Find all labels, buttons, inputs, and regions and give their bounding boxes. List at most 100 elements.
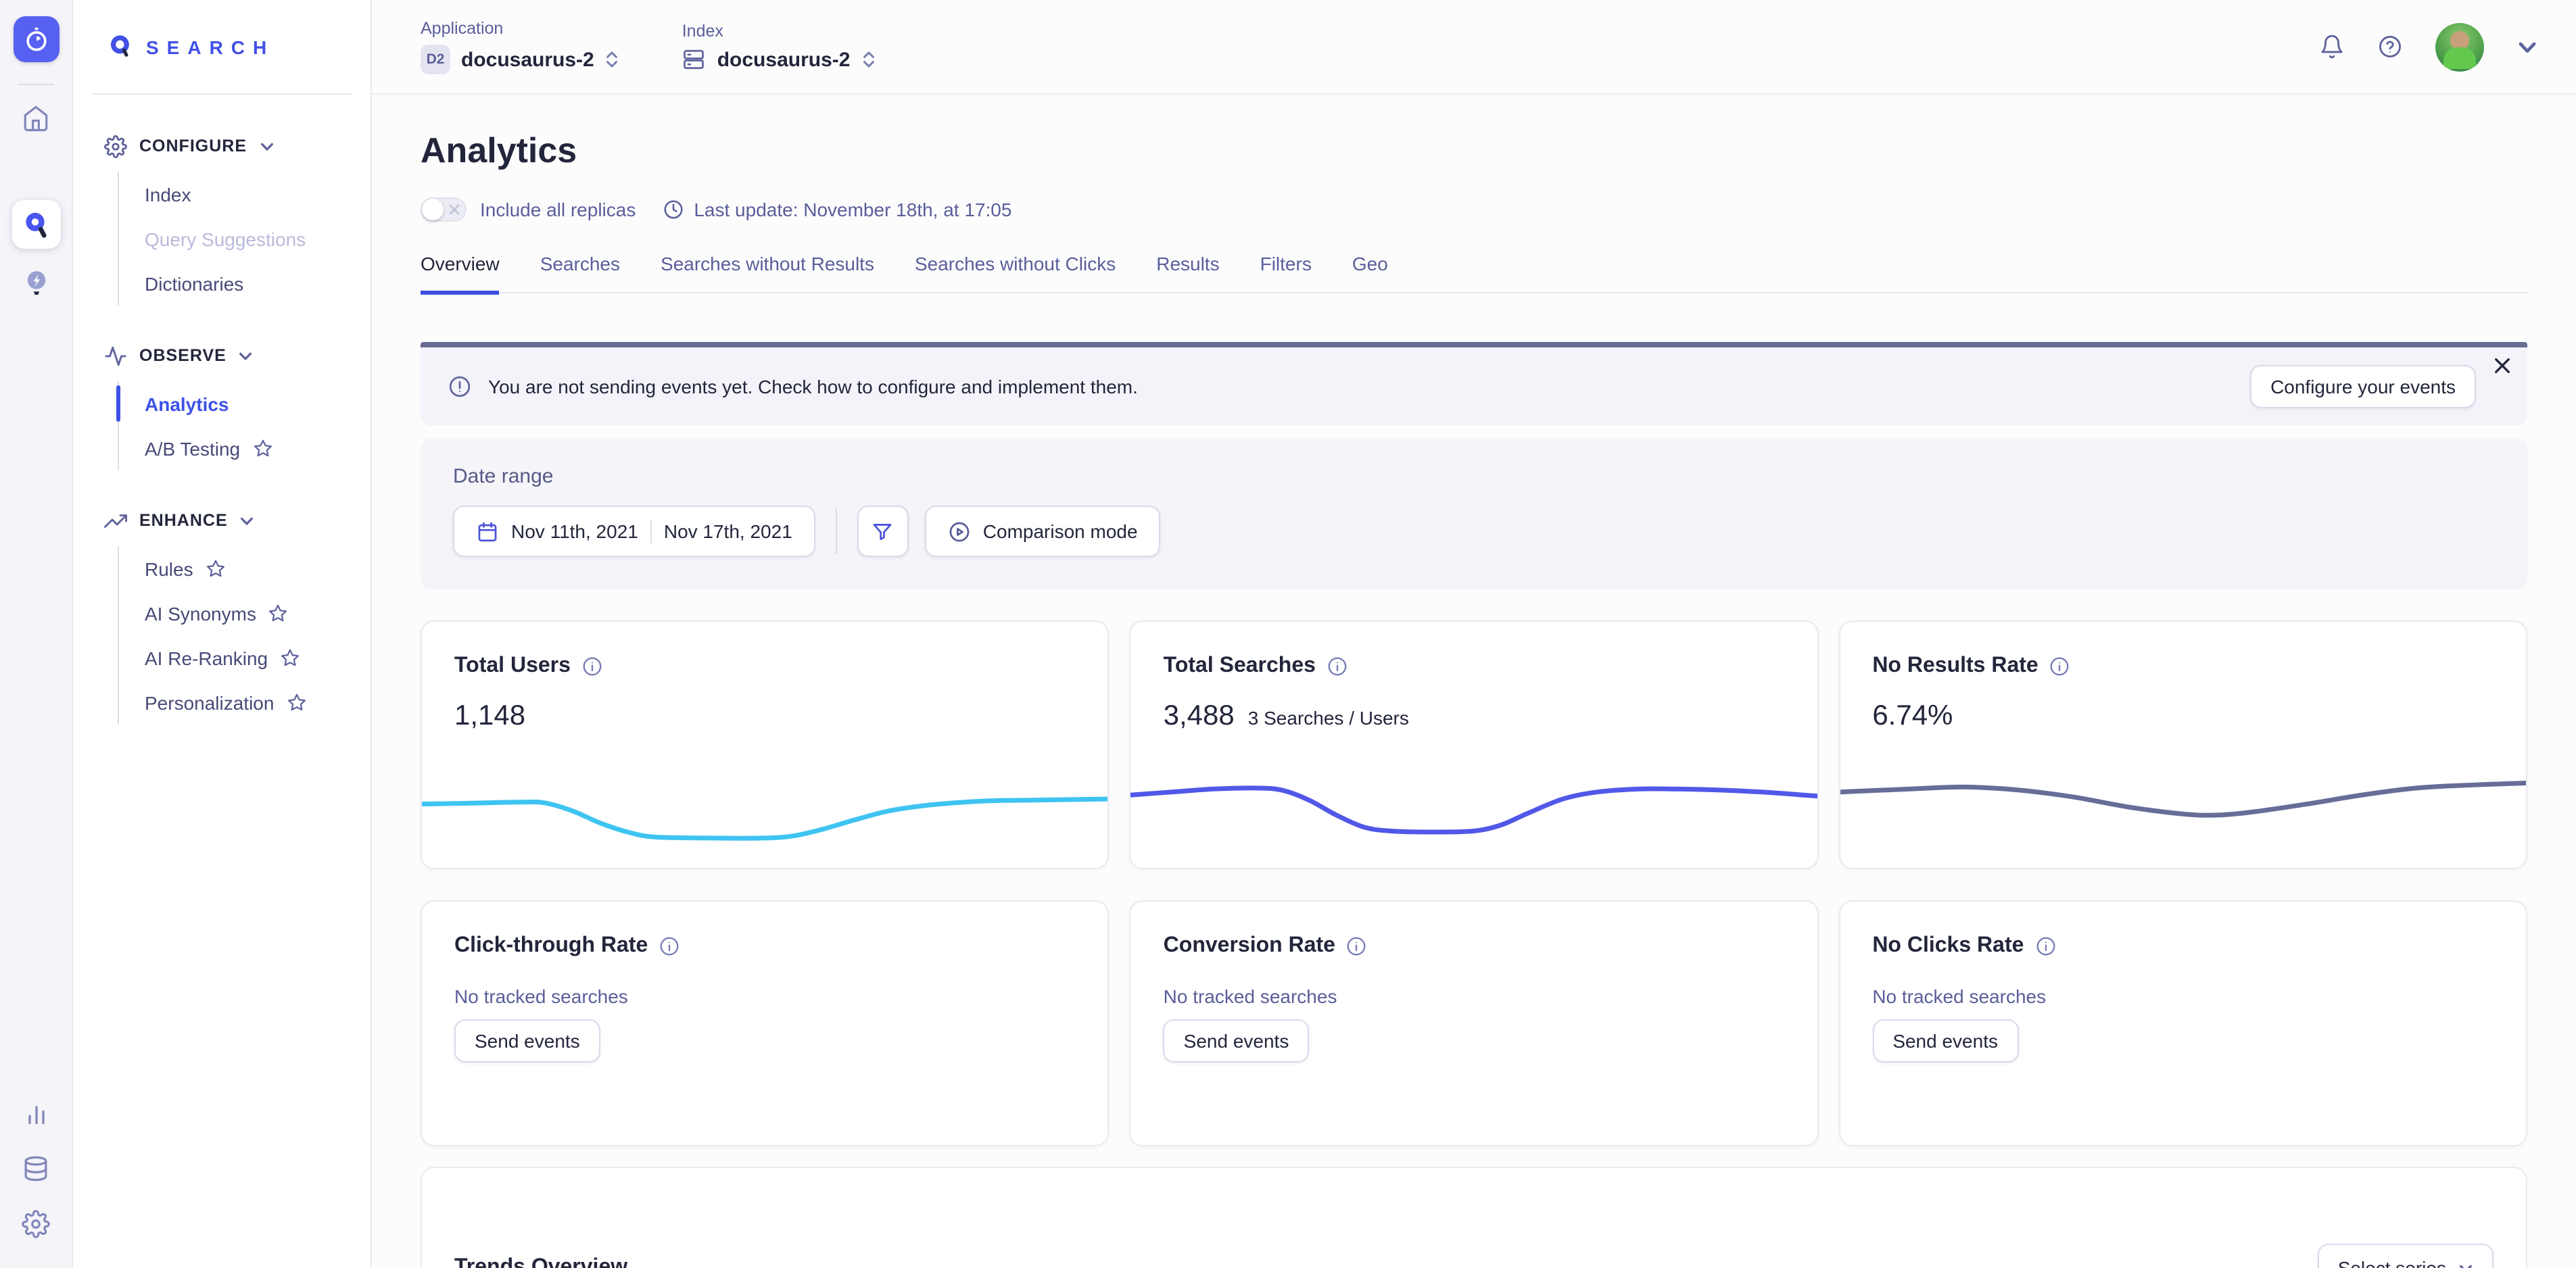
tab-results[interactable]: Results [1156, 253, 1219, 295]
home-icon[interactable] [22, 104, 50, 132]
info-icon[interactable] [1346, 935, 1368, 957]
toggle-knob [422, 199, 444, 220]
card-value: 6.74% [1872, 700, 1953, 733]
sidebar-item-index[interactable]: Index [119, 172, 371, 216]
include-replicas-toggle[interactable] [421, 197, 467, 222]
application-badge: D2 [421, 45, 450, 74]
tab-searches[interactable]: Searches [540, 253, 620, 295]
send-events-button[interactable]: Send events [1872, 1019, 2018, 1063]
help-icon[interactable] [2377, 34, 2403, 59]
application-name: docusaurus-2 [461, 48, 594, 71]
info-icon[interactable] [659, 935, 680, 957]
chevron-down-icon [239, 348, 254, 363]
info-icon [448, 374, 472, 399]
sidebar-item-ab-testing[interactable]: A/B Testing [119, 426, 371, 470]
card-title: Total Searches [1164, 654, 1316, 679]
sidebar-item-ai-synonyms[interactable]: AI Synonyms [119, 591, 371, 635]
server-icon [682, 47, 707, 72]
bell-icon[interactable] [2319, 34, 2345, 59]
empty-state-text: No tracked searches [454, 985, 1076, 1007]
select-series-label: Select series [2338, 1257, 2446, 1268]
tab-searches-without-results[interactable]: Searches without Results [661, 253, 874, 295]
funnel-icon [872, 520, 895, 543]
controls-divider [836, 508, 837, 554]
comparison-mode-label: Comparison mode [983, 520, 1138, 542]
conversion-rate-card: Conversion Rate No tracked searches Send… [1130, 900, 1819, 1146]
date-range-button[interactable]: Nov 11th, 2021 Nov 17th, 2021 [453, 506, 815, 557]
last-update: Last update: November 18th, at 17:05 [663, 199, 1011, 220]
events-banner: You are not sending events yet. Check ho… [421, 342, 2527, 426]
chevron-down-icon [2458, 1261, 2473, 1268]
sidebar-item-query-suggestions[interactable]: Query Suggestions [119, 216, 371, 261]
card-title: Total Users [454, 654, 571, 679]
sidebar-item-dictionaries[interactable]: Dictionaries [119, 261, 371, 306]
stopwatch-icon [21, 24, 51, 54]
updown-caret-icon [605, 49, 620, 70]
include-replicas-label: Include all replicas [480, 199, 636, 220]
rate-cards-row: Click-through Rate No tracked searches S… [421, 900, 2527, 1146]
send-events-button[interactable]: Send events [454, 1019, 600, 1063]
nav-header-configure[interactable]: CONFIGURE [73, 130, 371, 162]
comparison-mode-button[interactable]: Comparison mode [925, 506, 1161, 557]
trends-overview-card: Trends Overview Select series [421, 1167, 2527, 1268]
star-icon [206, 558, 226, 579]
topbar: Application D2 docusaurus-2 Index [372, 0, 2576, 95]
sidebar-item-rules[interactable]: Rules [119, 546, 371, 591]
date-range-label: Date range [453, 465, 2495, 488]
lightbulb-icon[interactable] [21, 268, 51, 300]
main-area: Application D2 docusaurus-2 Index [372, 0, 2576, 1268]
play-circle-icon [948, 520, 971, 543]
tab-geo[interactable]: Geo [1352, 253, 1388, 295]
send-events-button[interactable]: Send events [1164, 1019, 1310, 1063]
tab-filters[interactable]: Filters [1260, 253, 1312, 295]
sidebar-item-personalization[interactable]: Personalization [119, 680, 371, 725]
info-icon[interactable] [581, 656, 603, 677]
info-icon[interactable] [2034, 935, 2056, 957]
empty-state-text: No tracked searches [1164, 985, 1785, 1007]
page-title: Analytics [421, 130, 2527, 172]
card-subtitle: 3 Searches / Users [1248, 707, 1409, 729]
search-pin-icon [20, 208, 52, 241]
nav-header-label: ENHANCE [139, 511, 228, 530]
card-title: No Results Rate [1872, 654, 2038, 679]
nav-group-observe: OBSERVE Analytics A/B Testing [73, 339, 371, 470]
logo-text: SEARCH [146, 36, 275, 57]
select-series-button[interactable]: Select series [2318, 1244, 2494, 1268]
filter-button[interactable] [857, 506, 909, 557]
total-users-card: Total Users 1,148 [421, 620, 1110, 869]
sidebar-item-ai-re-ranking[interactable]: AI Re-Ranking [119, 635, 371, 680]
info-icon[interactable] [1327, 656, 1348, 677]
database-icon[interactable] [22, 1154, 50, 1183]
search-rail-active-item[interactable] [11, 200, 60, 249]
updown-caret-icon [861, 49, 876, 70]
nav-group-enhance: ENHANCE Rules AI Synonyms AI R [73, 504, 371, 725]
chevron-down-icon [240, 513, 255, 528]
nav-header-enhance[interactable]: ENHANCE [73, 504, 371, 537]
chevron-down-icon [259, 139, 274, 153]
bar-chart-icon[interactable] [22, 1100, 49, 1127]
page-meta-row: Include all replicas Last update: Novemb… [421, 197, 2527, 222]
application-select[interactable]: D2 docusaurus-2 [421, 45, 620, 74]
app-logo-tile[interactable] [13, 16, 59, 62]
total-searches-sparkline [1131, 757, 1817, 857]
account-chevron-down-icon[interactable] [2517, 36, 2538, 57]
tab-searches-without-clicks[interactable]: Searches without Clicks [915, 253, 1116, 295]
page-content: Analytics Include all replicas Last upda… [372, 95, 2576, 1268]
close-icon[interactable] [2494, 357, 2511, 374]
nav-header-observe[interactable]: OBSERVE [73, 339, 371, 372]
empty-state-text: No tracked searches [1872, 985, 2494, 1007]
avatar[interactable] [2435, 22, 2484, 71]
card-value: 3,488 [1164, 700, 1235, 733]
card-value: 1,148 [454, 700, 525, 733]
index-select[interactable]: docusaurus-2 [682, 47, 876, 72]
card-title: No Clicks Rate [1872, 934, 2024, 958]
configure-events-button[interactable]: Configure your events [2250, 365, 2476, 408]
info-icon[interactable] [2049, 656, 2071, 677]
card-title: Click-through Rate [454, 934, 648, 958]
sidebar-item-analytics[interactable]: Analytics [119, 381, 371, 426]
calendar-icon [476, 520, 499, 543]
tab-overview[interactable]: Overview [421, 253, 500, 295]
search-pin-logo-icon [108, 34, 134, 59]
search-logo[interactable]: SEARCH [73, 0, 371, 93]
gear-icon[interactable] [22, 1210, 50, 1238]
